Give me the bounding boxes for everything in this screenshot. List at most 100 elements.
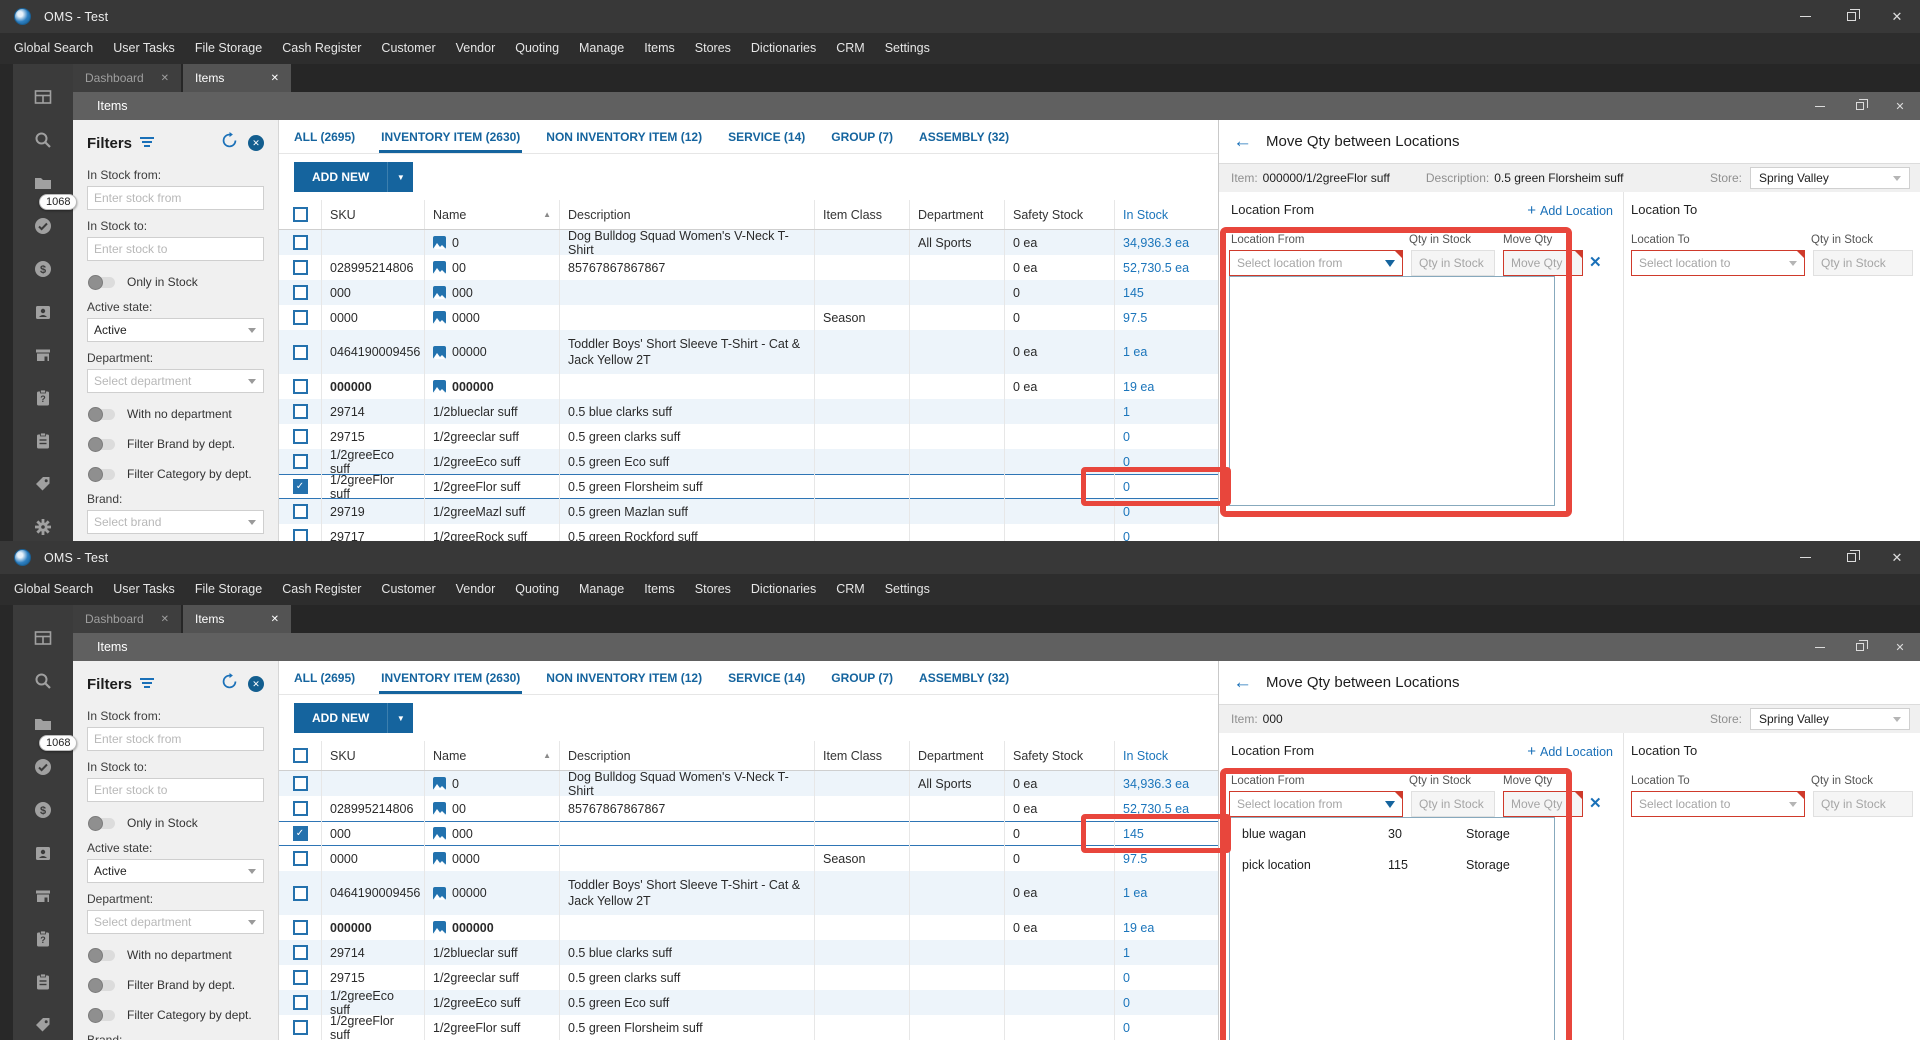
- back-arrow-icon[interactable]: ←: [1233, 132, 1252, 151]
- menu-item-global-search[interactable]: Global Search: [4, 574, 103, 605]
- store-select[interactable]: Spring Valley: [1750, 167, 1910, 189]
- filter-select[interactable]: Active: [87, 318, 264, 342]
- sidebar-item-clipboard-list[interactable]: [13, 963, 73, 1006]
- row-checkbox[interactable]: [292, 504, 308, 519]
- in-stock-value[interactable]: 145: [1123, 286, 1144, 300]
- sidebar-item-search[interactable]: [13, 662, 73, 705]
- close-button[interactable]: ✕: [1880, 633, 1920, 661]
- sidebar-item-settings[interactable]: [13, 508, 73, 541]
- in-stock-value[interactable]: 1 ea: [1123, 345, 1147, 359]
- in-stock-value[interactable]: 0: [1123, 505, 1130, 519]
- in-stock-value[interactable]: 0: [1123, 430, 1130, 444]
- add-new-dropdown[interactable]: ▼: [387, 162, 413, 192]
- in-stock-value[interactable]: 0: [1123, 530, 1130, 542]
- type-tab-4[interactable]: GROUP (7): [831, 130, 893, 153]
- menu-item-file-storage[interactable]: File Storage: [185, 574, 272, 605]
- column-header[interactable]: Name ▲: [425, 200, 560, 229]
- tab-close-icon[interactable]: ✕: [157, 71, 173, 86]
- add-new-dropdown[interactable]: ▼: [387, 703, 413, 733]
- in-stock-value[interactable]: 97.5: [1123, 311, 1147, 325]
- type-tab-1[interactable]: INVENTORY ITEM (2630): [379, 671, 523, 694]
- row-checkbox[interactable]: ✓: [292, 479, 308, 494]
- row-checkbox[interactable]: [292, 851, 308, 866]
- minimize-button[interactable]: [1800, 633, 1840, 661]
- close-button[interactable]: ✕: [1880, 92, 1920, 120]
- back-arrow-icon[interactable]: ←: [1233, 673, 1252, 692]
- tab-items[interactable]: Items ✕: [183, 605, 291, 633]
- menu-item-crm[interactable]: CRM: [826, 574, 874, 605]
- refresh-icon[interactable]: [221, 132, 238, 154]
- column-header[interactable]: Name ▲: [425, 741, 560, 770]
- menu-item-user-tasks[interactable]: User Tasks: [103, 33, 185, 64]
- toggle-switch[interactable]: [88, 436, 115, 452]
- filter-input[interactable]: Enter stock from: [87, 186, 264, 210]
- row-checkbox[interactable]: [292, 776, 308, 791]
- select-all-checkbox[interactable]: [292, 207, 308, 222]
- tab-close-icon[interactable]: ✕: [267, 612, 283, 627]
- column-header[interactable]: Description: [560, 200, 815, 229]
- menu-item-cash-register[interactable]: Cash Register: [272, 574, 371, 605]
- add-location-link[interactable]: + Add Location: [1527, 202, 1613, 219]
- sidebar-item-money[interactable]: $: [13, 250, 73, 293]
- delete-location-row-icon[interactable]: ✕: [1589, 794, 1602, 812]
- in-stock-value[interactable]: 1 ea: [1123, 886, 1147, 900]
- menu-item-settings[interactable]: Settings: [875, 33, 940, 64]
- column-header[interactable]: SKU: [322, 741, 425, 770]
- sidebar-item-contact[interactable]: [13, 293, 73, 336]
- store-select[interactable]: Spring Valley: [1750, 708, 1910, 730]
- close-button[interactable]: ✕: [1874, 0, 1920, 33]
- sidebar-item-tag[interactable]: [13, 465, 73, 508]
- sidebar-item-tasks-check[interactable]: [13, 748, 73, 791]
- row-checkbox[interactable]: [292, 801, 308, 816]
- column-header[interactable]: Description: [560, 741, 815, 770]
- row-checkbox[interactable]: [292, 945, 308, 960]
- row-checkbox[interactable]: [292, 285, 308, 300]
- row-checkbox[interactable]: [292, 1020, 308, 1035]
- restore-button[interactable]: [1828, 541, 1874, 574]
- menu-item-items[interactable]: Items: [634, 574, 685, 605]
- clear-filters-icon[interactable]: ✕: [248, 135, 264, 151]
- sidebar-item-store[interactable]: [13, 336, 73, 379]
- menu-item-stores[interactable]: Stores: [685, 574, 741, 605]
- row-checkbox[interactable]: [292, 235, 308, 250]
- menu-item-crm[interactable]: CRM: [826, 33, 874, 64]
- row-checkbox[interactable]: ✓: [292, 826, 308, 841]
- menu-item-items[interactable]: Items: [634, 33, 685, 64]
- in-stock-value[interactable]: 145: [1123, 827, 1144, 841]
- row-checkbox[interactable]: [292, 454, 308, 469]
- row-checkbox[interactable]: [292, 529, 308, 541]
- in-stock-value[interactable]: 1: [1123, 405, 1130, 419]
- menu-item-customer[interactable]: Customer: [371, 33, 445, 64]
- menu-item-stores[interactable]: Stores: [685, 33, 741, 64]
- toggle-switch[interactable]: [88, 977, 115, 993]
- in-stock-value[interactable]: 19 ea: [1123, 380, 1154, 394]
- in-stock-value[interactable]: 34,936.3 ea: [1123, 777, 1189, 791]
- add-new-button[interactable]: ADD NEW ▼: [294, 162, 414, 192]
- delete-location-row-icon[interactable]: ✕: [1589, 253, 1602, 271]
- type-tab-3[interactable]: SERVICE (14): [728, 671, 805, 694]
- tab-items[interactable]: Items ✕: [183, 64, 291, 92]
- row-checkbox[interactable]: [292, 260, 308, 275]
- type-tab-5[interactable]: ASSEMBLY (32): [919, 671, 1009, 694]
- in-stock-value[interactable]: 0: [1123, 971, 1130, 985]
- in-stock-value[interactable]: 52,730.5 ea: [1123, 802, 1189, 816]
- toggle-switch[interactable]: [88, 466, 115, 482]
- column-header[interactable]: Item Class: [815, 741, 910, 770]
- restore-button[interactable]: [1840, 92, 1880, 120]
- add-new-button[interactable]: ADD NEW ▼: [294, 703, 414, 733]
- sidebar-item-dashboard[interactable]: [13, 78, 73, 121]
- tab-dashboard[interactable]: Dashboard ✕: [73, 64, 181, 92]
- in-stock-value[interactable]: 52,730.5 ea: [1123, 261, 1189, 275]
- toggle-switch[interactable]: [88, 947, 115, 963]
- tab-close-icon[interactable]: ✕: [157, 612, 173, 627]
- sidebar-item-tasks-check[interactable]: [13, 207, 73, 250]
- menu-item-vendor[interactable]: Vendor: [446, 574, 506, 605]
- sidebar-item-money[interactable]: $: [13, 791, 73, 834]
- row-checkbox[interactable]: [292, 429, 308, 444]
- type-tab-1[interactable]: INVENTORY ITEM (2630): [379, 130, 523, 153]
- add-location-link[interactable]: + Add Location: [1527, 743, 1613, 760]
- move-qty-input[interactable]: Move Qty: [1503, 250, 1583, 276]
- in-stock-value[interactable]: 0: [1123, 455, 1130, 469]
- sidebar-item-dashboard[interactable]: [13, 619, 73, 662]
- menu-item-manage[interactable]: Manage: [569, 33, 634, 64]
